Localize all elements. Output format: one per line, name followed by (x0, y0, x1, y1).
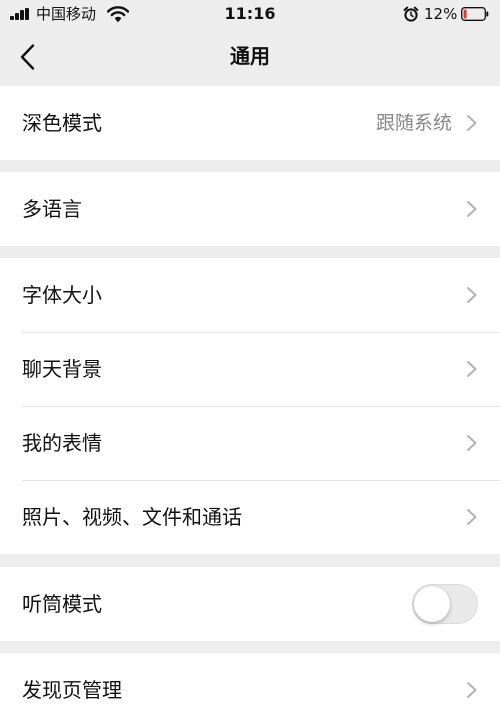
chevron-right-icon (467, 287, 477, 303)
battery-icon (461, 7, 489, 21)
chevron-right-icon (467, 115, 477, 131)
settings-row-label: 我的表情 (22, 431, 102, 455)
settings-row-label: 照片、视频、文件和通话 (22, 505, 242, 529)
settings-row-label: 发现页管理 (22, 678, 122, 702)
settings-group-earpiece: 听筒模式 (0, 567, 500, 641)
settings-row-font-size[interactable]: 字体大小 (0, 258, 500, 332)
settings-row-label: 深色模式 (22, 111, 102, 135)
settings-row-chat-background[interactable]: 聊天背景 (0, 332, 500, 406)
settings-row-multi-language[interactable]: 多语言 (0, 172, 500, 246)
alarm-clock-icon (403, 6, 419, 22)
chevron-right-icon (467, 361, 477, 377)
battery-percentage: 12% (424, 5, 458, 23)
toggle-knob (414, 586, 450, 622)
earpiece-mode-toggle[interactable] (412, 584, 478, 624)
chevron-right-icon (467, 435, 477, 451)
chevron-right-icon (467, 509, 477, 525)
settings-row-my-stickers[interactable]: 我的表情 (0, 406, 500, 480)
navigation-bar: 通用 (0, 28, 500, 86)
settings-group-chat: 字体大小 聊天背景 我的表情 照片、视频、文件和通话 (0, 258, 500, 554)
settings-group-display: 深色模式 跟随系统 (0, 86, 500, 160)
settings-row-earpiece-mode: 听筒模式 (0, 567, 500, 641)
settings-row-discover-management[interactable]: 发现页管理 (0, 653, 500, 727)
chevron-right-icon (467, 682, 477, 698)
settings-row-dark-mode[interactable]: 深色模式 跟随系统 (0, 86, 500, 160)
settings-row-label: 听筒模式 (22, 592, 102, 616)
page-title: 通用 (230, 44, 270, 68)
settings-row-label: 字体大小 (22, 283, 102, 307)
settings-row-media-files-calls[interactable]: 照片、视频、文件和通话 (0, 480, 500, 554)
chevron-right-icon (467, 201, 477, 217)
settings-row-label: 聊天背景 (22, 357, 102, 381)
settings-row-label: 多语言 (22, 197, 82, 221)
settings-group-language: 多语言 (0, 172, 500, 246)
status-bar: 中国移动 11:16 12% (0, 0, 500, 28)
settings-group-discover: 发现页管理 (0, 653, 500, 727)
settings-row-value: 跟随系统 (375, 112, 452, 134)
